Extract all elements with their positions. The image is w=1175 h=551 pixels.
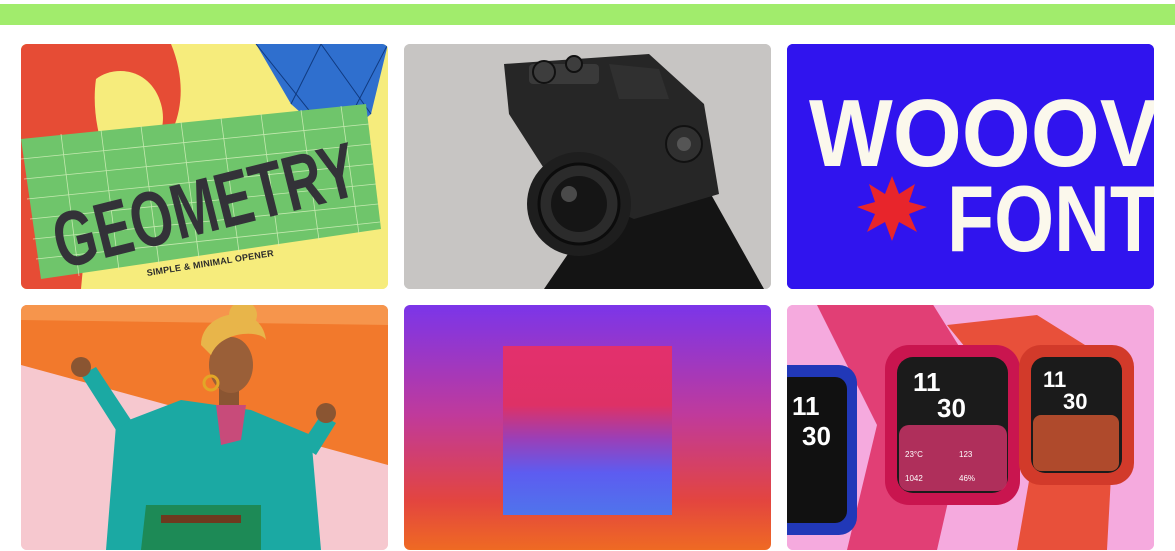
watch2-stat-temp: 23°C [905,450,923,459]
watch1-minute: 30 [802,421,831,451]
gradient-square [503,346,672,515]
font-poster-line2: FONT [947,166,1154,271]
thumbnail-grid: GEOMETRY SIMPLE & MINIMAL OPENER WOOOV F… [21,44,1154,550]
geometry-poster-art: GEOMETRY [21,44,388,289]
card-smartwatch-photo[interactable]: 11 30 11 30 23°C 123 1042 46% 11 30 [787,305,1154,550]
watch2-stat-battery: 46% [959,474,975,483]
font-poster-art: WOOOV FONT [787,44,1154,289]
smartwatch-photo-art: 11 30 11 30 23°C 123 1042 46% 11 30 [787,305,1154,550]
card-gradient-art[interactable] [404,305,771,550]
card-portrait-photo[interactable] [21,305,388,550]
portrait-photo-art [21,305,388,550]
card-camera-photo[interactable] [404,44,771,289]
watch2-stat-count: 1042 [905,474,923,483]
watch2-stat-steps: 123 [959,450,973,459]
card-geometry-poster[interactable]: GEOMETRY SIMPLE & MINIMAL OPENER [21,44,388,289]
top-banner-bar [0,4,1175,25]
watch2-minute: 30 [937,393,966,423]
card-font-poster[interactable]: WOOOV FONT [787,44,1154,289]
watch3-minute: 30 [1063,389,1087,414]
camera-photo-art [404,44,771,289]
watch1-hour: 11 [792,391,820,421]
